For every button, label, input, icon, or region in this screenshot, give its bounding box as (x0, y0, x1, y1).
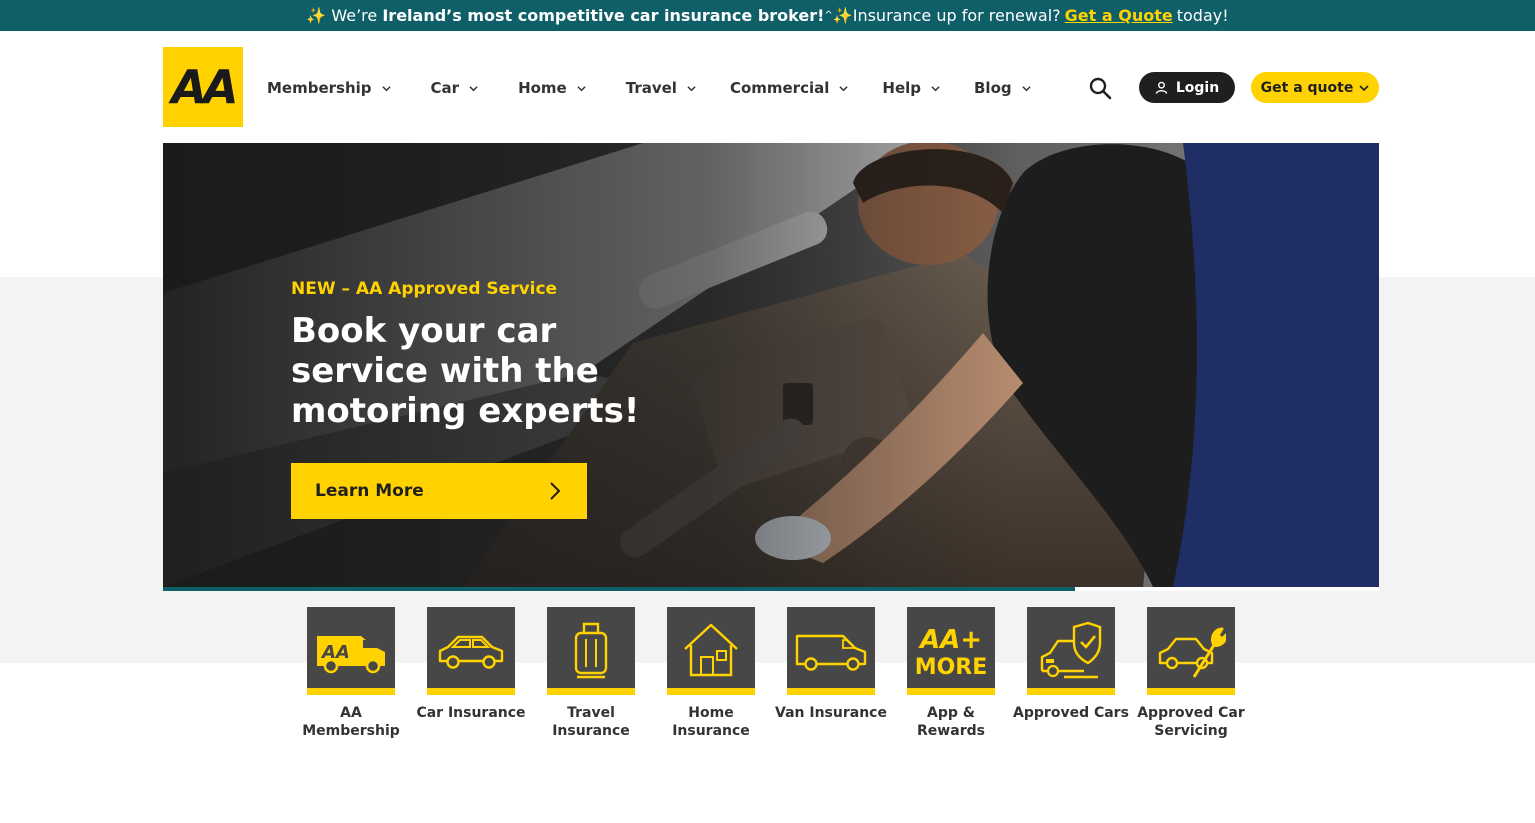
learn-more-label: Learn More (315, 481, 424, 501)
tile-label: Travel Insurance (552, 705, 630, 739)
tile-approved-cars[interactable]: Approved Cars (1013, 607, 1129, 740)
tile-car-insurance[interactable]: Car Insurance (416, 607, 526, 740)
more-text: MORE (915, 655, 988, 680)
tile-box (547, 607, 635, 695)
chevron-down-icon (469, 85, 478, 91)
hero-tagline: NEW – AA Approved Service (291, 279, 558, 299)
chevron-down-icon (381, 85, 391, 91)
nav-blog[interactable]: Blog (974, 79, 1031, 97)
aa-logo[interactable]: AA (163, 47, 243, 127)
tile-box (787, 607, 875, 695)
tile-label: Approved Car Servicing (1137, 705, 1245, 739)
nav-commercial[interactable]: Commercial (730, 79, 848, 97)
main-nav: Membership Car Home Travel Commercial He… (267, 76, 1053, 100)
promo-footnote-mark: ^ (824, 10, 833, 21)
tile-label: Car Insurance (416, 705, 526, 721)
tile-app-rewards[interactable]: AA+ MORE App & Rewards (907, 607, 995, 740)
promo-renewal-text: Insurance up for renewal? (852, 6, 1061, 25)
get-a-quote-button[interactable]: Get a quote (1251, 72, 1379, 103)
promo-bar: ✨ We’re Ireland’s most competitive car i… (0, 0, 1535, 31)
promo-text-start: We’re (326, 6, 383, 25)
chevron-down-icon (931, 85, 940, 91)
promo-get-quote-link[interactable]: Get a Quote (1065, 6, 1173, 25)
tile-label: Home Insurance (672, 705, 750, 739)
tile-box (667, 607, 755, 695)
hero-title: Book your car service with the motoring … (291, 311, 640, 431)
nav-label: Commercial (729, 79, 830, 97)
chevron-down-icon (1022, 85, 1031, 91)
sparkle-icon: ✨ (832, 6, 853, 25)
van-icon (795, 634, 867, 671)
search-icon[interactable] (1088, 76, 1112, 100)
nav-label: Membership (267, 79, 372, 97)
product-tiles: AA AA Membership Car Insurance Travel In… (302, 607, 1267, 740)
promo-highlight: Ireland’s most competitive car insurance… (382, 6, 825, 25)
promo-text-end: today! (1176, 6, 1229, 25)
nav-label: Home (518, 79, 567, 97)
tile-box: AA+ MORE (907, 607, 995, 695)
login-button[interactable]: Login (1139, 72, 1235, 103)
nav-travel[interactable]: Travel (626, 79, 696, 97)
hero-banner: NEW – AA Approved Service Book your car … (163, 143, 1379, 587)
nav-membership[interactable]: Membership (267, 79, 391, 97)
chevron-down-icon (577, 85, 586, 91)
learn-more-button[interactable]: Learn More (291, 463, 587, 519)
car-wrench-icon (1158, 627, 1226, 678)
tile-label: AA Membership (302, 705, 400, 739)
login-label: Login (1175, 79, 1220, 96)
aa-van-icon: AA (317, 636, 385, 674)
shield-car-icon (1040, 621, 1102, 679)
car-icon (438, 635, 504, 669)
aa-van-text: AA (320, 642, 350, 663)
tile-aa-membership[interactable]: AA AA Membership (302, 607, 400, 740)
chevron-down-icon (1359, 84, 1369, 91)
nav-car[interactable]: Car (431, 79, 479, 97)
aa-plus-more-icon: AA+ MORE (915, 625, 988, 680)
user-icon (1155, 81, 1168, 94)
tile-box (1147, 607, 1235, 695)
tile-label: App & Rewards (917, 705, 985, 739)
tile-travel-insurance[interactable]: Travel Insurance (547, 607, 635, 740)
house-icon (684, 623, 738, 677)
sparkle-icon: ✨ (306, 6, 327, 25)
suitcase-icon (574, 622, 608, 679)
nav-label: Help (882, 79, 921, 97)
tile-box (1027, 607, 1115, 695)
nav-label: Car (430, 79, 460, 97)
tile-approved-car-servicing[interactable]: Approved Car Servicing (1137, 607, 1245, 740)
get-a-quote-label: Get a quote (1260, 79, 1354, 96)
chevron-right-icon (550, 482, 561, 500)
nav-label: Travel (625, 79, 677, 97)
carousel-progress-fill (163, 587, 1075, 591)
tile-label: Van Insurance (775, 705, 887, 721)
chevron-down-icon (839, 85, 848, 91)
nav-label: Blog (974, 79, 1012, 97)
chevron-down-icon (687, 85, 696, 91)
tile-van-insurance[interactable]: Van Insurance (775, 607, 887, 740)
tile-box: AA (307, 607, 395, 695)
aa-plus-text: AA+ (918, 625, 982, 655)
nav-home[interactable]: Home (518, 79, 586, 97)
tile-home-insurance[interactable]: Home Insurance (667, 607, 755, 740)
tile-label: Approved Cars (1013, 705, 1129, 721)
tile-box (427, 607, 515, 695)
nav-help[interactable]: Help (882, 79, 940, 97)
